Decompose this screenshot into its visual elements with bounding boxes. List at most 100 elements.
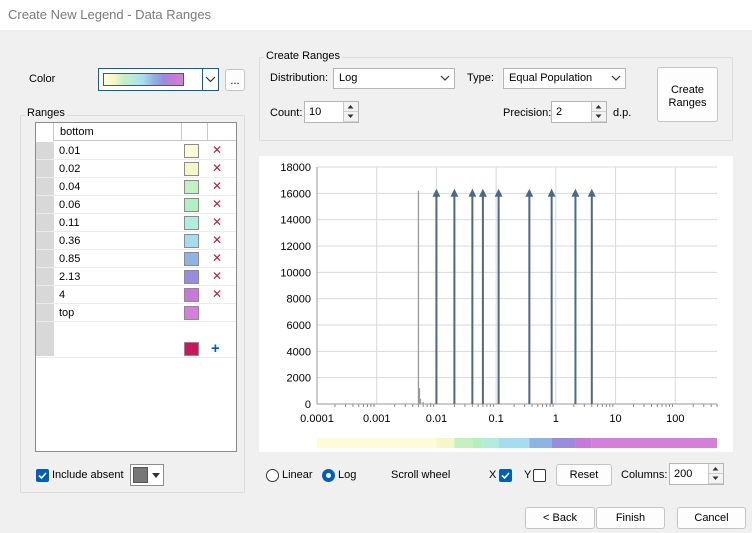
add-range-row: + bbox=[36, 340, 236, 358]
precision-spinner[interactable]: 2 bbox=[551, 101, 607, 123]
finish-button[interactable]: Finish bbox=[596, 507, 665, 529]
back-button[interactable]: < Back bbox=[525, 507, 595, 529]
range-color-swatch[interactable] bbox=[184, 306, 199, 320]
range-row[interactable]: 0.04 ✕ bbox=[36, 178, 236, 196]
color-ramp-preview bbox=[103, 73, 184, 86]
range-color-swatch[interactable] bbox=[184, 162, 199, 176]
x-tick-label: 1 bbox=[553, 413, 559, 425]
x-tick-label: 0.001 bbox=[363, 413, 391, 425]
add-range-button[interactable]: + bbox=[211, 340, 220, 357]
range-break-arrow bbox=[571, 188, 580, 197]
range-color-swatch[interactable] bbox=[184, 144, 199, 158]
linear-radio[interactable] bbox=[266, 469, 279, 482]
range-value[interactable]: 0.36 bbox=[59, 235, 80, 247]
add-row-color-swatch[interactable] bbox=[184, 342, 199, 356]
absent-color-swatch bbox=[133, 467, 148, 483]
range-color-swatch[interactable] bbox=[184, 180, 199, 194]
count-down-button[interactable] bbox=[344, 112, 358, 122]
range-break-arrow bbox=[432, 188, 441, 197]
range-row[interactable]: 0.02 ✕ bbox=[36, 160, 236, 178]
columns-spinner[interactable]: 200 bbox=[669, 463, 724, 485]
range-row[interactable]: 0.11 ✕ bbox=[36, 214, 236, 232]
type-value: Equal Population bbox=[509, 72, 593, 84]
delete-range-icon[interactable]: ✕ bbox=[212, 215, 222, 229]
columns-down-button[interactable] bbox=[709, 474, 723, 484]
range-value[interactable]: 0.06 bbox=[59, 199, 80, 211]
color-ramp-segment bbox=[454, 438, 473, 448]
range-color-swatch[interactable] bbox=[184, 198, 199, 212]
cancel-button[interactable]: Cancel bbox=[677, 507, 746, 529]
ranges-table: bottom 0.01 ✕ 0.02 ✕ 0.04 ✕ 0.06 ✕ 0.11 ✕ 0.36 ✕ 0.8… bbox=[35, 122, 237, 452]
range-row[interactable]: 0.85 ✕ bbox=[36, 250, 236, 268]
y-tick-label: 18000 bbox=[280, 162, 311, 174]
range-value[interactable]: 0.02 bbox=[59, 163, 80, 175]
delete-range-icon[interactable]: ✕ bbox=[212, 197, 222, 211]
precision-label: Precision: bbox=[503, 107, 552, 119]
precision-value: 2 bbox=[556, 106, 563, 118]
range-row[interactable]: 0.36 ✕ bbox=[36, 232, 236, 250]
y-tick-label: 8000 bbox=[287, 294, 311, 306]
range-value[interactable]: top bbox=[59, 307, 74, 319]
precision-down-button[interactable] bbox=[592, 112, 606, 122]
range-row[interactable]: top bbox=[36, 304, 236, 322]
count-label: Count: bbox=[270, 107, 303, 119]
range-break-arrow bbox=[525, 188, 534, 197]
include-absent-checkbox[interactable] bbox=[36, 469, 49, 482]
y-label: Y bbox=[524, 469, 532, 481]
range-color-swatch[interactable] bbox=[184, 216, 199, 230]
delete-range-icon[interactable]: ✕ bbox=[212, 251, 222, 265]
precision-up-button[interactable] bbox=[592, 102, 606, 112]
range-color-swatch[interactable] bbox=[184, 288, 199, 302]
range-value[interactable]: 4 bbox=[59, 289, 65, 301]
color-ramp-segment bbox=[591, 438, 717, 448]
scroll-y-checkbox[interactable] bbox=[533, 469, 546, 482]
range-color-swatch[interactable] bbox=[184, 252, 199, 266]
y-tick-label: 4000 bbox=[287, 346, 311, 358]
range-color-swatch[interactable] bbox=[184, 270, 199, 284]
columns-up-button[interactable] bbox=[709, 464, 723, 474]
range-value[interactable]: 0.85 bbox=[59, 253, 80, 265]
range-break-arrow bbox=[468, 188, 477, 197]
log-radio[interactable] bbox=[322, 469, 335, 482]
range-color-swatch[interactable] bbox=[184, 234, 199, 248]
create-ranges-button[interactable]: Create Ranges bbox=[657, 67, 718, 122]
color-ramp-segment bbox=[436, 438, 455, 448]
delete-range-icon[interactable]: ✕ bbox=[212, 161, 222, 175]
absent-color-dropdown[interactable] bbox=[130, 464, 164, 486]
distribution-value: Log bbox=[339, 72, 358, 84]
type-dropdown[interactable]: Equal Population bbox=[503, 68, 626, 89]
reset-button[interactable]: Reset bbox=[556, 464, 612, 486]
color-ramp-dropdown[interactable] bbox=[98, 68, 219, 91]
delete-range-icon[interactable]: ✕ bbox=[212, 179, 222, 193]
delete-range-icon[interactable]: ✕ bbox=[212, 269, 222, 283]
columns-label: Columns: bbox=[621, 469, 668, 481]
range-value[interactable]: 0.04 bbox=[59, 181, 80, 193]
x-tick-label: 0.0001 bbox=[300, 413, 334, 425]
histogram-chart[interactable]: 0 2000 4000 6000 8000 10000 12000 14000 16000 180… bbox=[259, 156, 733, 452]
range-value[interactable]: 0.11 bbox=[59, 217, 80, 229]
delete-range-icon[interactable]: ✕ bbox=[212, 287, 222, 301]
delete-range-icon[interactable]: ✕ bbox=[212, 233, 222, 247]
range-value[interactable]: 0.01 bbox=[59, 145, 80, 157]
caret-down-icon bbox=[595, 114, 602, 118]
range-value[interactable]: 2.13 bbox=[59, 271, 80, 283]
x-tick-label: 10 bbox=[609, 413, 621, 425]
window-title: Create New Legend - Data Ranges bbox=[0, 0, 752, 30]
range-row[interactable]: 0.01 ✕ bbox=[36, 142, 236, 160]
range-row[interactable]: 0.06 ✕ bbox=[36, 196, 236, 214]
range-row[interactable]: 4 ✕ bbox=[36, 286, 236, 304]
count-spinner[interactable]: 10 bbox=[304, 101, 359, 123]
create-ranges-group-label: Create Ranges bbox=[264, 50, 342, 62]
y-tick-label: 12000 bbox=[280, 241, 311, 253]
delete-range-icon[interactable]: ✕ bbox=[212, 143, 222, 157]
distribution-dropdown[interactable]: Log bbox=[333, 68, 455, 89]
color-ramp-segment bbox=[317, 438, 437, 448]
caret-up-icon bbox=[595, 105, 602, 109]
range-row[interactable]: 2.13 ✕ bbox=[36, 268, 236, 286]
scroll-x-checkbox[interactable] bbox=[499, 469, 512, 482]
y-tick-label: 6000 bbox=[287, 320, 311, 332]
count-up-button[interactable] bbox=[344, 102, 358, 112]
y-tick-label: 10000 bbox=[280, 267, 311, 279]
color-more-button[interactable]: ... bbox=[225, 69, 245, 91]
count-value: 10 bbox=[309, 106, 322, 118]
